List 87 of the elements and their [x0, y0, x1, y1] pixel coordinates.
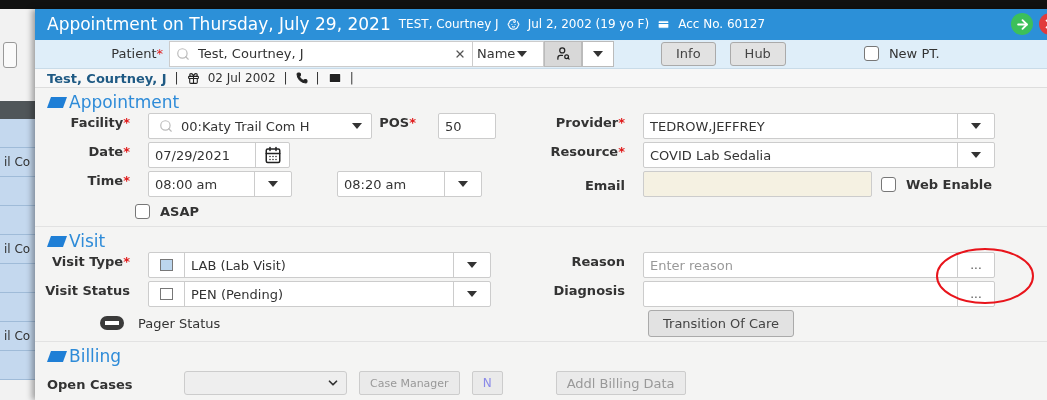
pager-status-label: Pager Status	[138, 315, 221, 331]
baby-icon	[506, 17, 520, 31]
browse-button[interactable]: ...	[957, 253, 994, 277]
email-input[interactable]	[643, 171, 872, 197]
reason-input[interactable]: Enter reason ...	[643, 252, 995, 278]
field-label: Provider*	[554, 114, 626, 130]
background-cell: il Co	[0, 235, 35, 264]
caret-icon	[517, 50, 528, 57]
section-title: Billing	[69, 346, 122, 366]
date-input[interactable]: 07/29/2021	[148, 142, 290, 168]
field-label: Resource*	[549, 143, 626, 159]
caret-icon	[971, 123, 981, 129]
background-header	[0, 101, 35, 119]
background-row	[0, 351, 35, 380]
patient-search-field[interactable]: Test, Courtney, J	[169, 40, 473, 67]
select-field[interactable]: 08:20 am	[337, 171, 482, 197]
search-icon	[176, 46, 190, 61]
info-button[interactable]: Info	[661, 41, 716, 66]
caret-icon	[268, 181, 278, 187]
background-cell: il Co	[0, 148, 35, 177]
patient-name: Test, Courtney, J	[47, 70, 167, 86]
field-label: Patient*	[110, 46, 164, 62]
next-icon[interactable]	[1011, 13, 1033, 36]
field-label: Date*	[87, 143, 131, 159]
calendar-icon[interactable]	[263, 146, 282, 164]
select-field[interactable]: 08:00 am	[148, 171, 292, 197]
checkbox[interactable]	[135, 203, 150, 219]
field-label: Facility*	[69, 114, 131, 130]
separator: |	[349, 71, 354, 85]
browse-button[interactable]: ...	[957, 282, 994, 306]
field-label: Visit Status	[44, 282, 131, 298]
select-field[interactable]: LAB (Lab Visit)	[148, 252, 491, 278]
field-label: POS*	[378, 114, 417, 130]
card-icon	[657, 17, 671, 31]
checkbox-label: Web Enable	[906, 176, 992, 192]
birth-date: 02 Jul 2002	[207, 71, 276, 85]
facility-select[interactable]: 00:Katy Trail Com H	[148, 113, 372, 139]
background-row	[0, 119, 35, 148]
user-search-icon	[555, 46, 571, 62]
separator: |	[283, 71, 288, 85]
window-title: Appointment on Thursday, July 29, 2021	[47, 14, 391, 35]
pos-input[interactable]: 50	[438, 113, 496, 139]
field-label: Email	[583, 176, 626, 193]
phone-icon[interactable]	[295, 72, 308, 84]
field-label: Reason	[570, 253, 626, 269]
caret-icon	[458, 181, 468, 187]
checkbox[interactable]	[863, 46, 879, 62]
caret-icon	[467, 262, 477, 268]
caret-icon	[971, 152, 981, 158]
section-flag-icon	[47, 96, 67, 108]
select-field[interactable]: PEN (Pending)	[148, 281, 491, 307]
field-label: Time*	[86, 172, 131, 188]
select-field[interactable]: COVID Lab Sedalia	[643, 142, 995, 168]
background-cell: il Co	[0, 322, 35, 351]
patient-search-button[interactable]	[544, 40, 582, 67]
caret-icon	[352, 123, 362, 129]
section-title: Visit	[69, 231, 106, 251]
field-label: Visit Type*	[51, 253, 131, 269]
patient-name: TEST, Courtney J	[398, 17, 499, 32]
section-flag-icon	[47, 350, 67, 362]
separator: |	[315, 71, 320, 85]
mail-icon[interactable]	[327, 71, 342, 85]
separator: |	[174, 71, 179, 85]
pager-icon	[100, 316, 124, 330]
background-row	[0, 177, 35, 206]
section-flag-icon	[47, 235, 67, 247]
hub-button[interactable]: Hub	[729, 41, 786, 66]
dropdown-button[interactable]	[582, 40, 614, 67]
select-field[interactable]: TEDROW,JEFFREY	[643, 113, 995, 139]
background-row	[0, 206, 35, 235]
search-icon	[159, 119, 173, 133]
section-title: Appointment	[69, 92, 180, 112]
checkbox-label: New PT.	[888, 46, 940, 62]
checkbox[interactable]	[881, 176, 896, 192]
background-row	[0, 264, 35, 293]
search-by-dropdown[interactable]: Name	[473, 40, 544, 67]
caret-icon	[467, 291, 477, 297]
diagnosis-input[interactable]: ...	[643, 281, 995, 307]
caret-icon	[593, 50, 603, 57]
field-label: Diagnosis	[552, 282, 626, 298]
field-label: Open Cases	[47, 375, 134, 392]
birth-date: Jul 2, 2002 (19 yo F)	[527, 17, 650, 32]
checkbox-label: ASAP	[160, 203, 199, 219]
transition-of-care-button[interactable]: Transition Of Care	[648, 310, 795, 337]
account-number: Acc No. 60127	[678, 17, 766, 32]
background-row	[0, 293, 35, 322]
gift-icon	[186, 71, 200, 85]
